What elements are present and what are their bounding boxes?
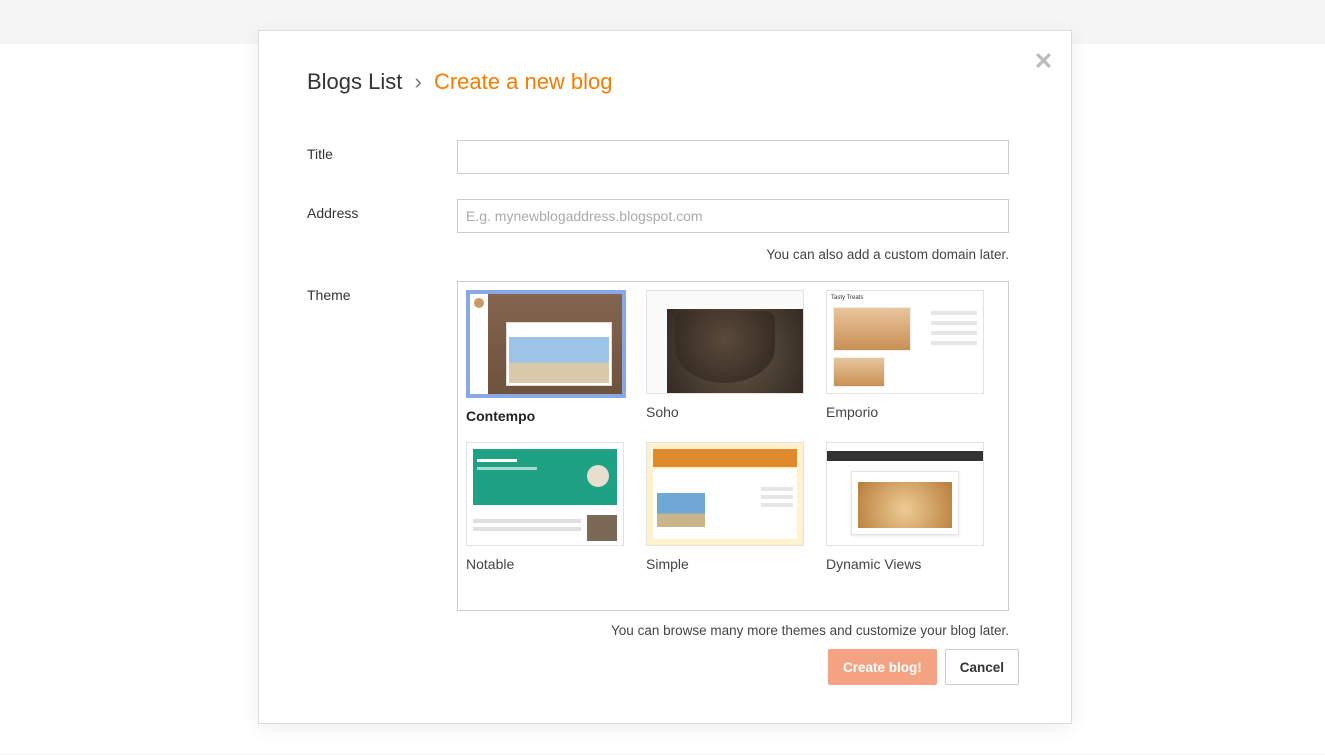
theme-name: Notable [466, 556, 624, 572]
theme-option-contempo[interactable]: Contempo [464, 288, 626, 426]
theme-thumbnail [646, 290, 804, 394]
theme-label: Theme [307, 287, 351, 303]
theme-hint: You can browse many more themes and cust… [611, 623, 1009, 638]
address-input[interactable] [457, 199, 1009, 233]
theme-thumbnail: Tasty Treats [826, 290, 984, 394]
close-button[interactable] [1025, 45, 1061, 81]
theme-option-dynamic-views[interactable]: Dynamic Views [824, 440, 986, 574]
theme-name: Emporio [826, 404, 984, 420]
address-label: Address [307, 205, 358, 221]
title-input[interactable] [457, 140, 1009, 174]
theme-option-notable[interactable]: Notable [464, 440, 626, 574]
theme-thumbnail [826, 442, 984, 546]
theme-name: Dynamic Views [826, 556, 984, 572]
create-blog-button[interactable]: Create blog! [828, 649, 937, 685]
theme-grid: Contempo Soho Tasty Treats Emporio [464, 288, 998, 574]
theme-option-soho[interactable]: Soho [644, 288, 806, 426]
breadcrumb-parent[interactable]: Blogs List [307, 69, 402, 94]
theme-picker[interactable]: Contempo Soho Tasty Treats Emporio [457, 281, 1009, 611]
dialog-buttons: Create blog! Cancel [828, 649, 1019, 685]
theme-option-emporio[interactable]: Tasty Treats Emporio [824, 288, 986, 426]
address-row: Address [307, 199, 1009, 239]
breadcrumb: Blogs List › Create a new blog [307, 68, 613, 96]
theme-thumbnail [466, 290, 626, 398]
address-hint: You can also add a custom domain later. [766, 247, 1009, 262]
breadcrumb-separator: › [415, 69, 422, 94]
breadcrumb-current: Create a new blog [434, 69, 613, 94]
theme-name: Simple [646, 556, 804, 572]
theme-row: Theme Contempo Soho [307, 281, 1009, 611]
theme-option-simple[interactable]: Simple [644, 440, 806, 574]
theme-thumbnail [646, 442, 804, 546]
theme-thumbnail [466, 442, 624, 546]
cancel-button[interactable]: Cancel [945, 649, 1019, 685]
theme-name: Contempo [466, 408, 624, 424]
title-label: Title [307, 146, 333, 162]
title-row: Title [307, 140, 1009, 180]
close-icon [1035, 52, 1052, 74]
create-blog-dialog: Blogs List › Create a new blog Title Add… [258, 30, 1072, 724]
theme-name: Soho [646, 404, 804, 420]
